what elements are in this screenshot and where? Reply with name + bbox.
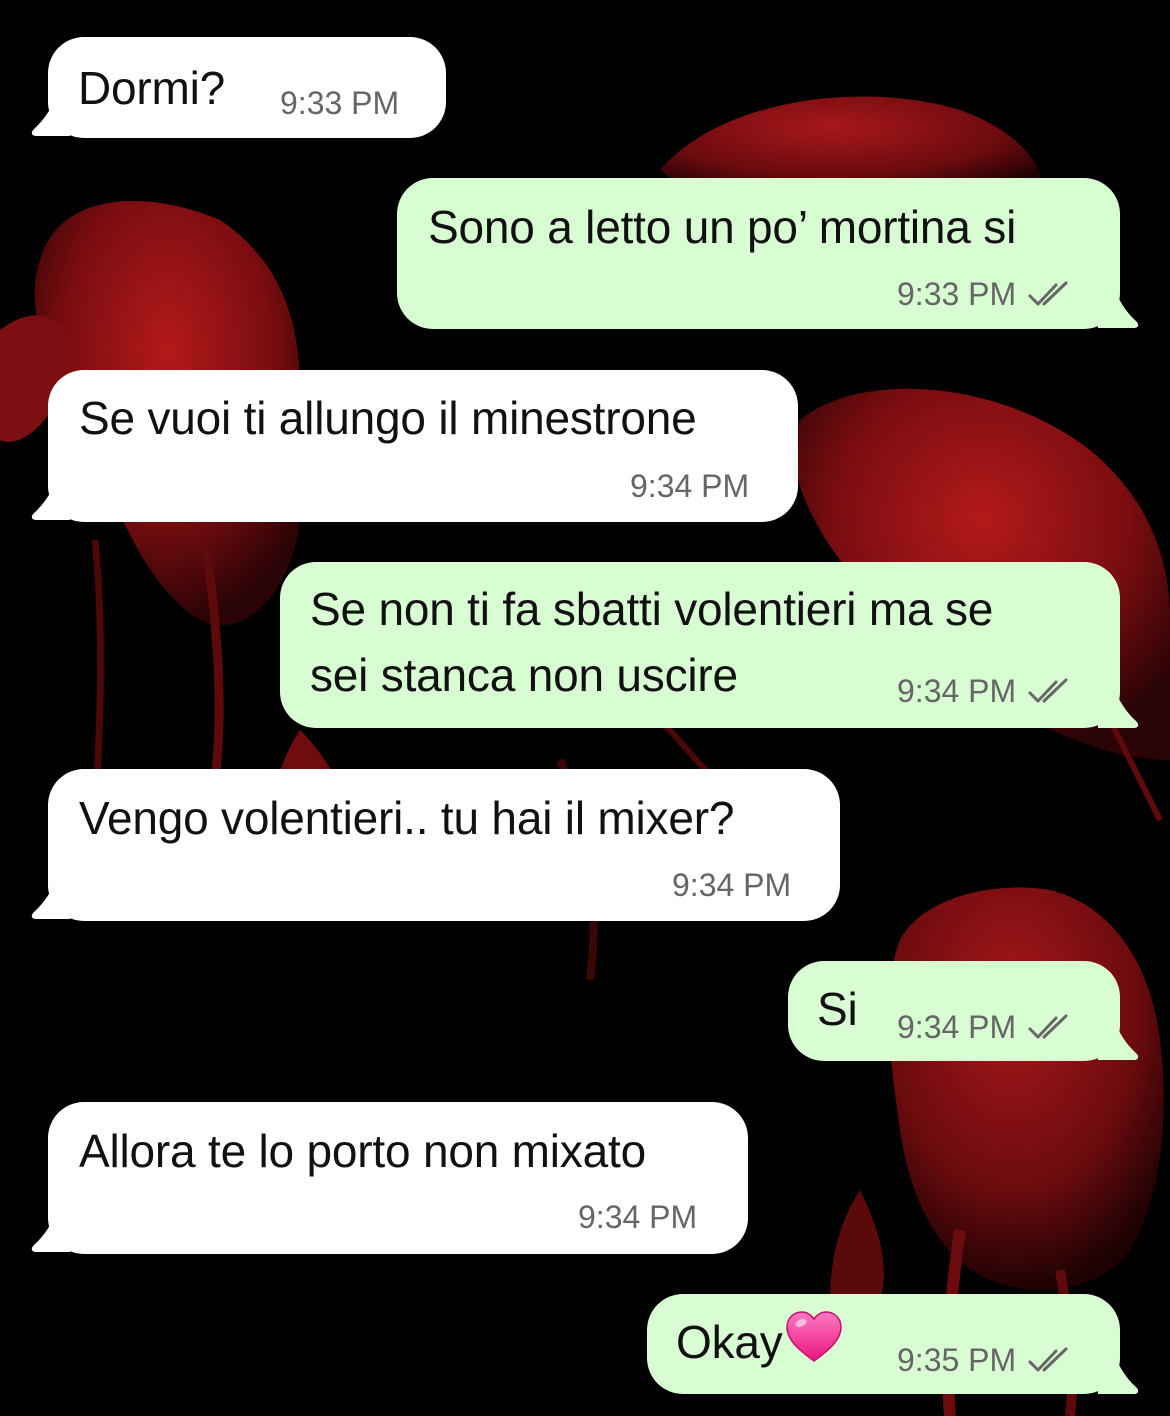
message-timestamp: 9:34 PM [897,673,1074,710]
message-text: Si [817,983,858,1035]
message-text: Sono a letto un po’ mortina si [428,201,1017,253]
message-bubble-incoming[interactable]: Dormi? 9:33 PM [48,37,446,138]
message-text: Dormi? [78,62,226,114]
message-timestamp: 9:34 PM [672,867,791,904]
message-timestamp: 9:33 PM [897,276,1074,313]
message-text: Vengo volentieri.. tu hai il mixer? [79,792,735,844]
message-time: 9:34 PM [578,1199,698,1235]
message-bubble-outgoing[interactable]: Okay 9:35 PM [647,1294,1120,1394]
chat-screen: { "conversation": { "messages": [ { "dir… [0,0,1170,1416]
pink-heart-emoji [785,1311,842,1362]
message-time: 9:35 PM [897,1342,1017,1378]
message-timestamp: 9:33 PM [280,85,399,122]
message-text-line: Se non ti fa sbatti volentieri ma se [310,583,994,635]
message-timestamp: 9:34 PM [630,468,749,505]
message-text: Se vuoi ti allungo il minestrone [79,392,697,444]
double-check-icon [1028,1347,1068,1371]
message-timestamp: 9:34 PM [578,1199,697,1236]
message-bubble-incoming[interactable]: Se vuoi ti allungo il minestrone 9:34 PM [48,370,798,522]
message-text-line: sei stanca non uscire [310,649,738,701]
message-bubble-incoming[interactable]: Vengo volentieri.. tu hai il mixer? 9:34… [48,769,840,921]
message-timestamp: 9:34 PM [897,1009,1074,1046]
message-time: 9:34 PM [630,468,750,504]
flamingo-shape [830,1190,884,1300]
message-bubble-incoming[interactable]: Allora te lo porto non mixato 9:34 PM [48,1102,748,1254]
message-time: 9:33 PM [897,276,1017,312]
message-time: 9:34 PM [897,673,1017,709]
message-text-content: Okay [676,1316,783,1368]
message-text: Allora te lo porto non mixato [79,1125,646,1177]
message-text: Okay [676,1309,843,1375]
message-timestamp: 9:35 PM [897,1342,1074,1379]
message-time: 9:34 PM [897,1009,1017,1045]
double-check-icon [1028,281,1068,305]
message-time: 9:34 PM [672,867,792,903]
message-bubble-outgoing[interactable]: Si 9:34 PM [788,961,1120,1061]
message-time: 9:33 PM [280,85,400,121]
double-check-icon [1028,1014,1068,1038]
double-check-icon [1028,678,1068,702]
message-bubble-outgoing[interactable]: Sono a letto un po’ mortina si 9:33 PM [397,178,1120,329]
message-bubble-outgoing[interactable]: Se non ti fa sbatti volentieri ma se sei… [280,562,1120,728]
